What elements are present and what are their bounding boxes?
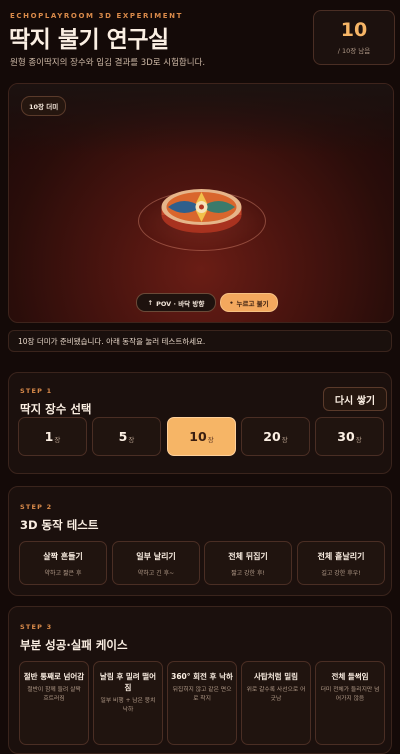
step1-tag: STEP 1 [20,387,53,395]
case-fly-slide-button[interactable]: 날림 후 밀려 떨어짐 일부 비행 + 남은 뭉치 낙하 [93,661,163,745]
step2-card: STEP 2 3D 동작 테스트 살짝 흔들기 약하고 짧은 후 일부 날리기 … [8,486,392,596]
count-value: 1 [44,429,54,444]
case-hint: 더미 전체가 들리지만 넘어가지 않음 [320,687,380,702]
case-title: 날림 후 밀려 떨어짐 [99,672,157,692]
case-half-tip-button[interactable]: 절반 통째로 넘어감 절반이 함께 들려 살짝 흐트러짐 [19,661,89,745]
count-unit: 장 [128,435,135,444]
stage-backdrop [9,84,393,154]
count-value: 5 [118,429,128,444]
count-value: 30 [337,429,355,444]
count-option-30[interactable]: 30 장 [315,417,384,456]
action-title: 살짝 흔들기 [43,552,83,561]
page-subtitle: 원형 종이딱지의 장수와 입김 결과를 3D로 시험합니다. [10,58,206,68]
dot-icon: • [229,298,234,307]
step1-card: STEP 1 딱지 장수 선택 다시 쌓기 1장 5장 10 장 20 장 30 장 [8,372,392,474]
action-hint: 약하고 긴 후~ [137,570,175,577]
count-unit: 장 [355,435,362,444]
stack-badge: 10장 더미 [21,96,67,116]
count-unit: 장 [281,435,288,444]
count-option-5[interactable]: 5장 [92,417,161,456]
count-option-1[interactable]: 1장 [18,417,87,456]
action-partial-fly-button[interactable]: 일부 날리기 약하고 긴 후~ [112,541,200,585]
count-value: 20 [263,429,281,444]
action-full-flip-button[interactable]: 전체 뒤집기 짧고 강한 후! [204,541,292,585]
remaining-label: / 10장 남음 [337,47,371,55]
eyebrow-label: ECHOPLAYROOM 3D EXPERIMENT [10,12,184,20]
press-blow-label: 누르고 불기 [236,299,269,308]
action-hint: 길고 강한 후우! [321,570,361,577]
step1-title: 딱지 장수 선택 [20,402,92,416]
case-leaning-tower-button[interactable]: 사탑처럼 밀림 위로 갈수록 사선으로 어긋남 [241,661,311,745]
restack-button[interactable]: 다시 쌓기 [323,387,387,411]
count-option-20[interactable]: 20 장 [241,417,310,456]
case-title: 사탑처럼 밀림 [253,672,298,681]
arrow-up-icon: ↑ [147,298,154,307]
case-hint: 절반이 함께 들려 살짝 흐트러짐 [27,687,81,702]
count-value: 10 [189,429,207,444]
case-hint: 뒤집히지 않고 같은 면으로 착지 [172,687,232,702]
case-title: 360° 회전 후 낙하 [171,672,233,681]
remaining-count: 10 [340,19,368,41]
case-spin-drop-button[interactable]: 360° 회전 후 낙하 뒤집히지 않고 같은 면으로 착지 [167,661,237,745]
action-hint: 약하고 짧은 후 [44,570,82,577]
action-title: 전체 뒤집기 [228,552,268,561]
step2-tag: STEP 2 [20,503,53,511]
ddakji-stack-icon[interactable] [159,185,244,237]
step3-card: STEP 3 부분 성공·실패 케이스 절반 통째로 넘어감 절반이 함께 들려… [8,606,392,754]
pov-label: POV · 바닥 방향 [156,299,205,308]
case-title: 전체 들썩임 [331,672,369,681]
count-unit: 장 [207,435,214,444]
action-gentle-shake-button[interactable]: 살짝 흔들기 약하고 짧은 후 [19,541,107,585]
step3-title: 부분 성공·실패 케이스 [20,638,128,652]
case-title: 절반 통째로 넘어감 [23,672,85,681]
press-blow-button[interactable]: • 누르고 불기 [220,293,278,312]
action-full-scatter-button[interactable]: 전체 흩날리기 길고 강한 후우! [297,541,385,585]
case-hint: 일부 비행 + 남은 뭉치 낙하 [100,698,156,713]
case-hint: 위로 갈수록 사선으로 어긋남 [246,687,306,702]
action-hint: 짧고 강한 후! [231,570,265,577]
step3-tag: STEP 3 [20,623,53,631]
step2-title: 3D 동작 테스트 [20,518,99,532]
case-full-lift-button[interactable]: 전체 들썩임 더미 전체가 들리지만 넘어가지 않음 [315,661,385,745]
count-unit: 장 [54,435,61,444]
remaining-counter: 10 / 10장 남음 [313,10,395,65]
action-title: 일부 날리기 [136,552,176,561]
status-message: 10장 더미가 준비됐습니다. 아래 동작을 눌러 테스트하세요. [8,330,392,352]
pov-toggle-button[interactable]: ↑ POV · 바닥 방향 [136,293,216,312]
count-option-10[interactable]: 10 장 [167,417,236,456]
3d-stage[interactable]: 10장 더미 ↑ POV · 바닥 방향 • 누르고 불기 [8,83,394,323]
page-title: 딱지 불기 연구실 [9,27,169,53]
action-title: 전체 흩날리기 [317,552,365,561]
